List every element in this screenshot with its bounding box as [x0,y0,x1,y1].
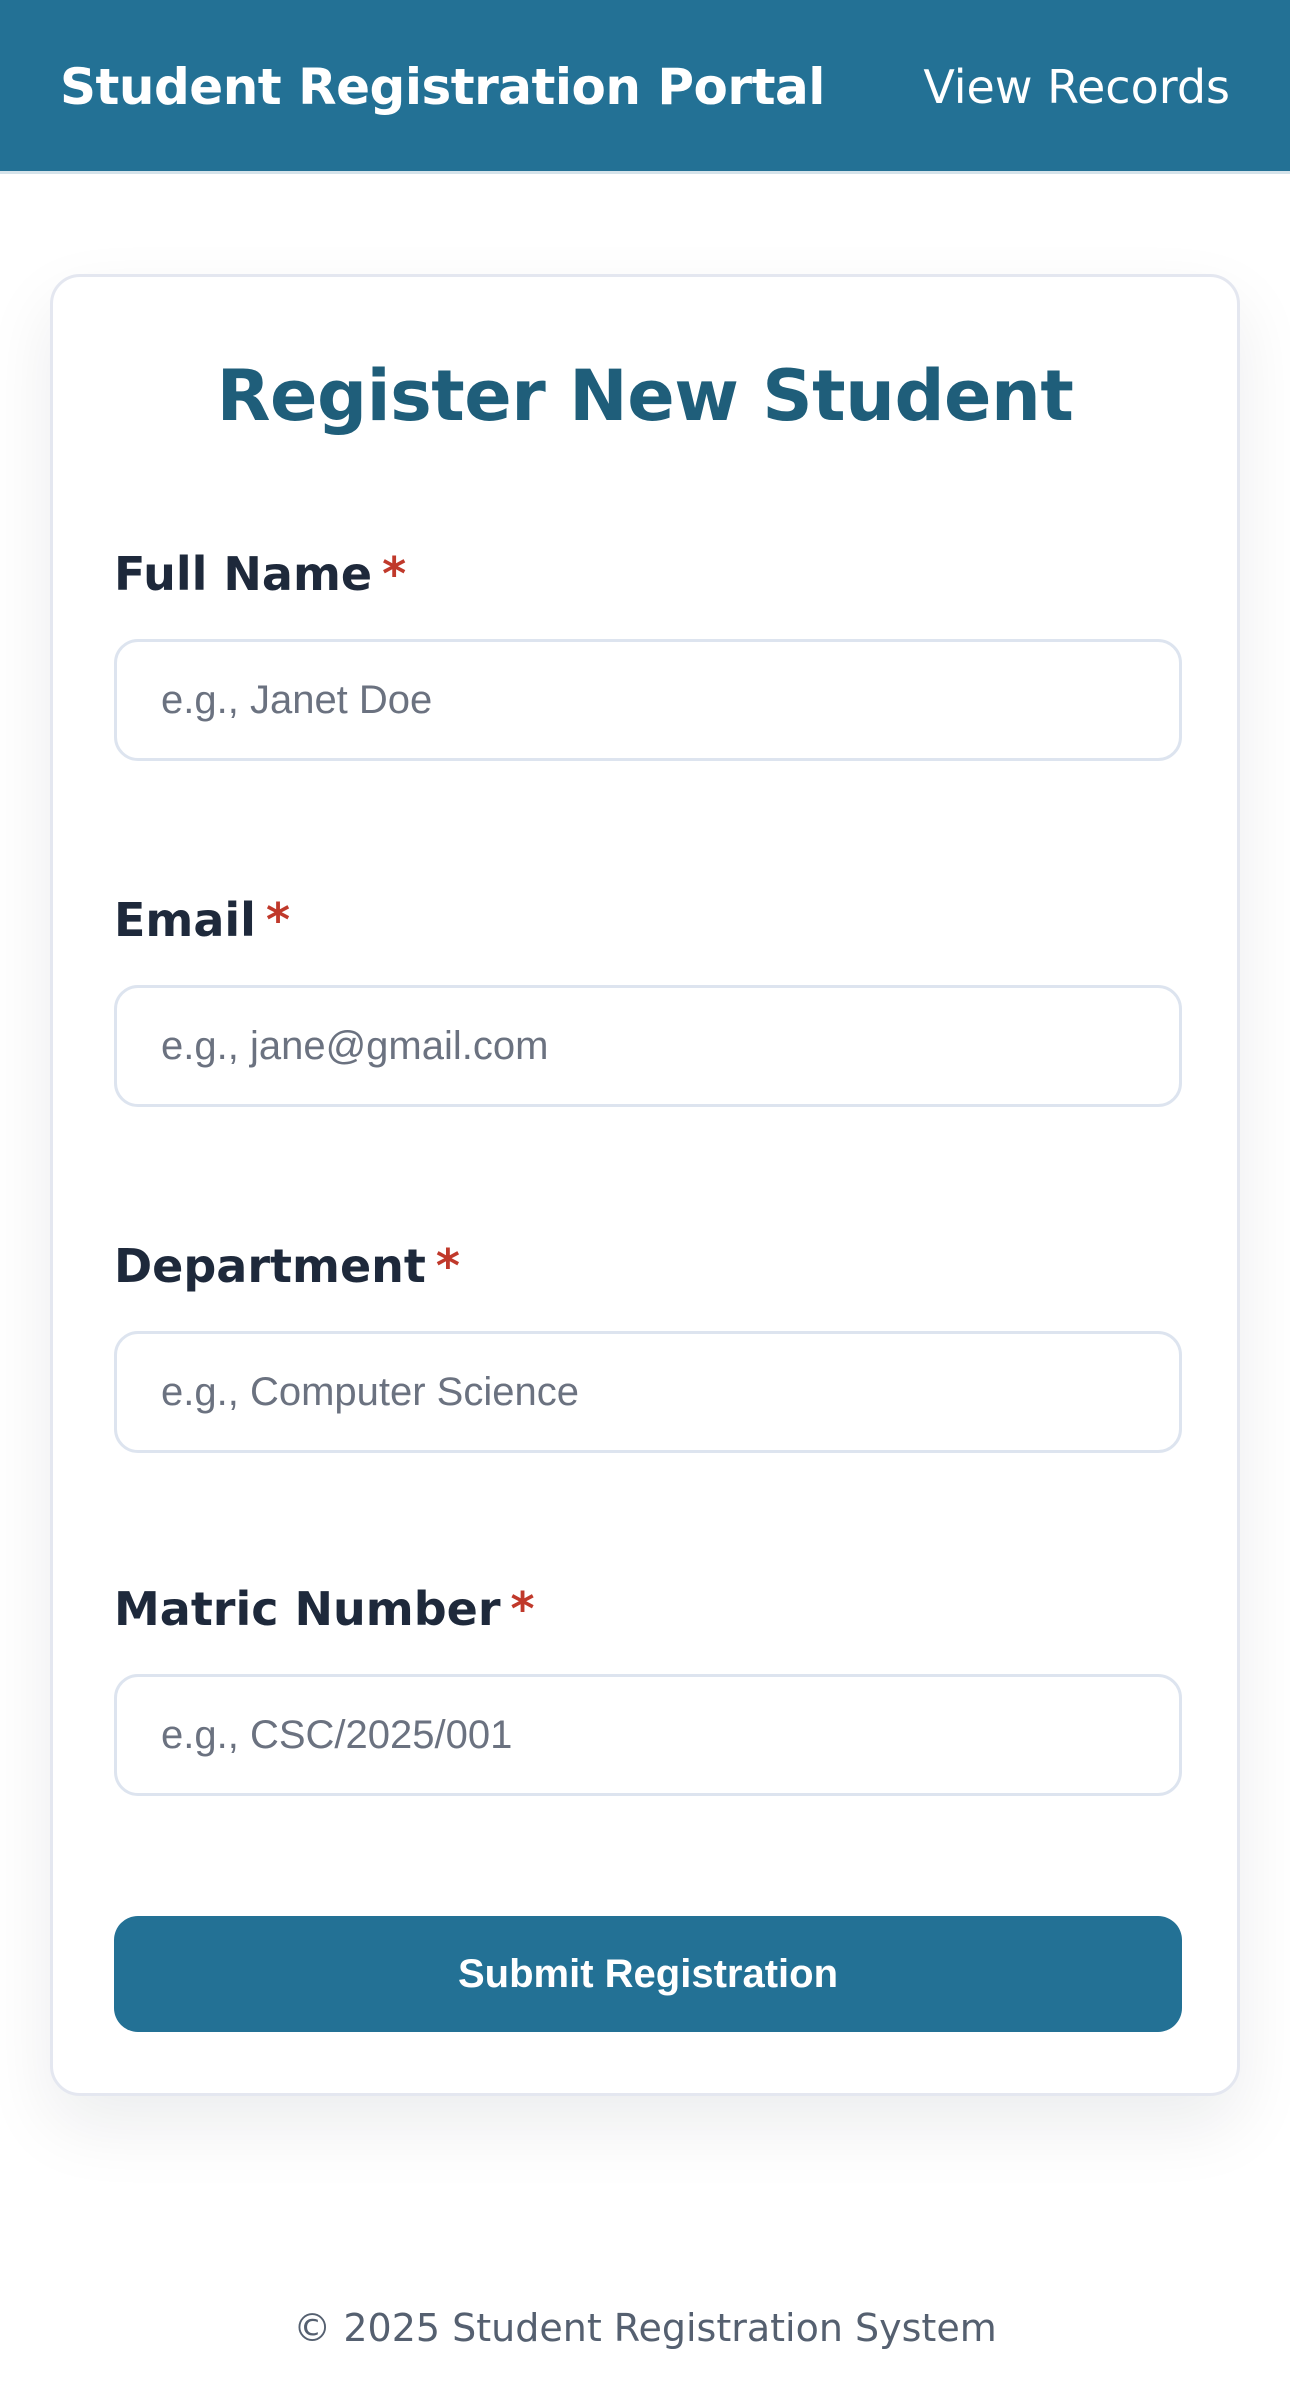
matric-number-label: Matric Number * [114,1582,535,1636]
required-asterisk: * [382,547,407,601]
department-input[interactable] [114,1331,1182,1453]
full-name-input[interactable] [114,639,1182,761]
email-input[interactable] [114,985,1182,1107]
full-name-label-text: Full Name [114,547,373,601]
view-records-link[interactable]: View Records [923,60,1230,114]
required-asterisk: * [265,893,290,947]
submit-registration-button[interactable]: Submit Registration [114,1916,1182,2032]
full-name-label: Full Name * [114,547,406,601]
email-label: Email * [114,893,290,947]
required-asterisk: * [435,1239,460,1293]
required-asterisk: * [510,1582,535,1636]
matric-number-label-text: Matric Number [114,1582,501,1636]
department-label-text: Department [114,1239,426,1293]
form-title: Register New Student [216,355,1074,437]
footer-copyright: © 2025 Student Registration System [293,2306,997,2350]
registration-card: Register New Student Full Name* Email* D… [50,274,1240,2096]
portal-title: Student Registration Portal [60,58,825,116]
top-navbar: Student Registration Portal View Records [0,0,1290,174]
matric-number-input[interactable] [114,1674,1182,1796]
department-label: Department * [114,1239,460,1293]
email-label-text: Email [114,893,256,947]
